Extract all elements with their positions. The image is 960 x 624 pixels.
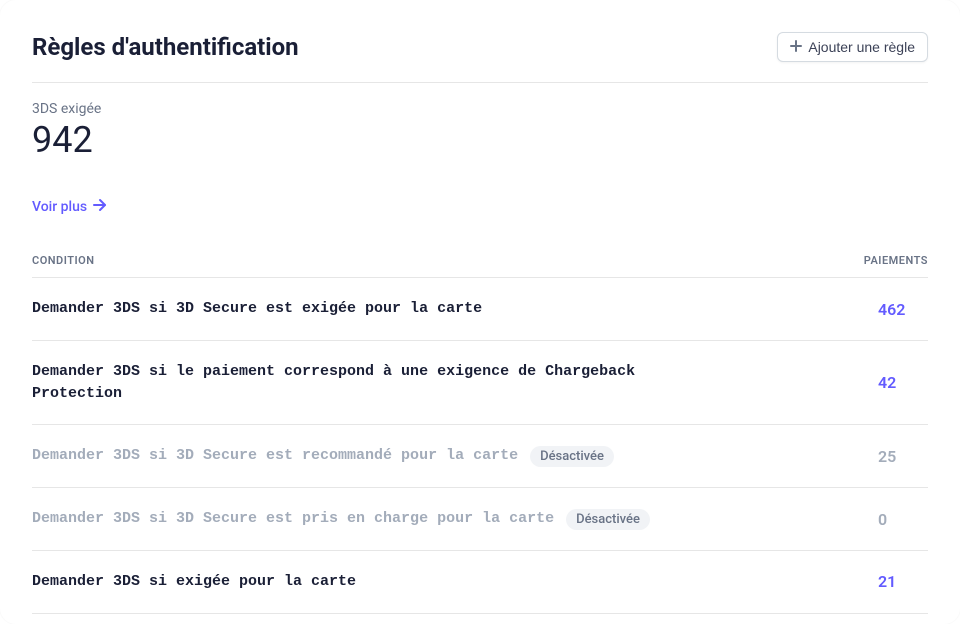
summary-label: 3DS exigée — [32, 101, 928, 117]
column-condition: CONDITION — [32, 254, 95, 267]
see-more-label: Voir plus — [32, 199, 87, 215]
table-row[interactable]: Demander 3DS si 3D Secure est recommandé… — [32, 425, 928, 488]
page-title: Règles d'authentification — [32, 33, 299, 61]
summary-value: 942 — [32, 119, 928, 162]
row-condition-cell: Demander 3DS si 3D Secure est pris en ch… — [32, 508, 858, 530]
status-badge: Désactivée — [566, 509, 650, 530]
payments-value: 0 — [878, 510, 928, 529]
arrow-right-icon — [93, 198, 107, 216]
table-row[interactable]: Demander 3DS si 3D Secure est pris en ch… — [32, 488, 928, 551]
summary-block: 3DS exigée 942 — [32, 83, 928, 182]
payments-value: 21 — [878, 572, 928, 591]
payments-value: 42 — [878, 373, 928, 392]
condition-text: Demander 3DS si le paiement correspond à… — [32, 361, 712, 405]
row-condition-cell: Demander 3DS si 3D Secure est recommandé… — [32, 445, 858, 467]
add-rule-button[interactable]: Ajouter une règle — [777, 32, 928, 62]
row-condition-cell: Demander 3DS si le paiement correspond à… — [32, 361, 858, 405]
condition-text: Demander 3DS si exigée pour la carte — [32, 571, 356, 593]
see-more-link[interactable]: Voir plus — [32, 198, 107, 216]
row-condition-cell: Demander 3DS si exigée pour la carte — [32, 571, 858, 593]
panel-header: Règles d'authentification Ajouter une rè… — [32, 32, 928, 83]
table-row[interactable]: Demander 3DS si exigée pour la carte 21 — [32, 551, 928, 614]
condition-text: Demander 3DS si 3D Secure est recommandé… — [32, 445, 518, 467]
add-rule-label: Ajouter une règle — [808, 39, 915, 55]
column-payments: PAIEMENTS — [864, 254, 928, 267]
table-body: Demander 3DS si 3D Secure est exigée pou… — [32, 278, 928, 614]
condition-text: Demander 3DS si 3D Secure est exigée pou… — [32, 298, 482, 320]
status-badge: Désactivée — [530, 446, 614, 467]
table-row[interactable]: Demander 3DS si 3D Secure est exigée pou… — [32, 278, 928, 341]
table-header: CONDITION PAIEMENTS — [32, 244, 928, 278]
row-condition-cell: Demander 3DS si 3D Secure est exigée pou… — [32, 298, 858, 320]
payments-value: 25 — [878, 447, 928, 466]
payments-value: 462 — [878, 300, 928, 319]
table-row[interactable]: Demander 3DS si le paiement correspond à… — [32, 341, 928, 426]
condition-text: Demander 3DS si 3D Secure est pris en ch… — [32, 508, 554, 530]
main-panel: Règles d'authentification Ajouter une rè… — [0, 0, 960, 624]
plus-icon — [790, 39, 802, 55]
